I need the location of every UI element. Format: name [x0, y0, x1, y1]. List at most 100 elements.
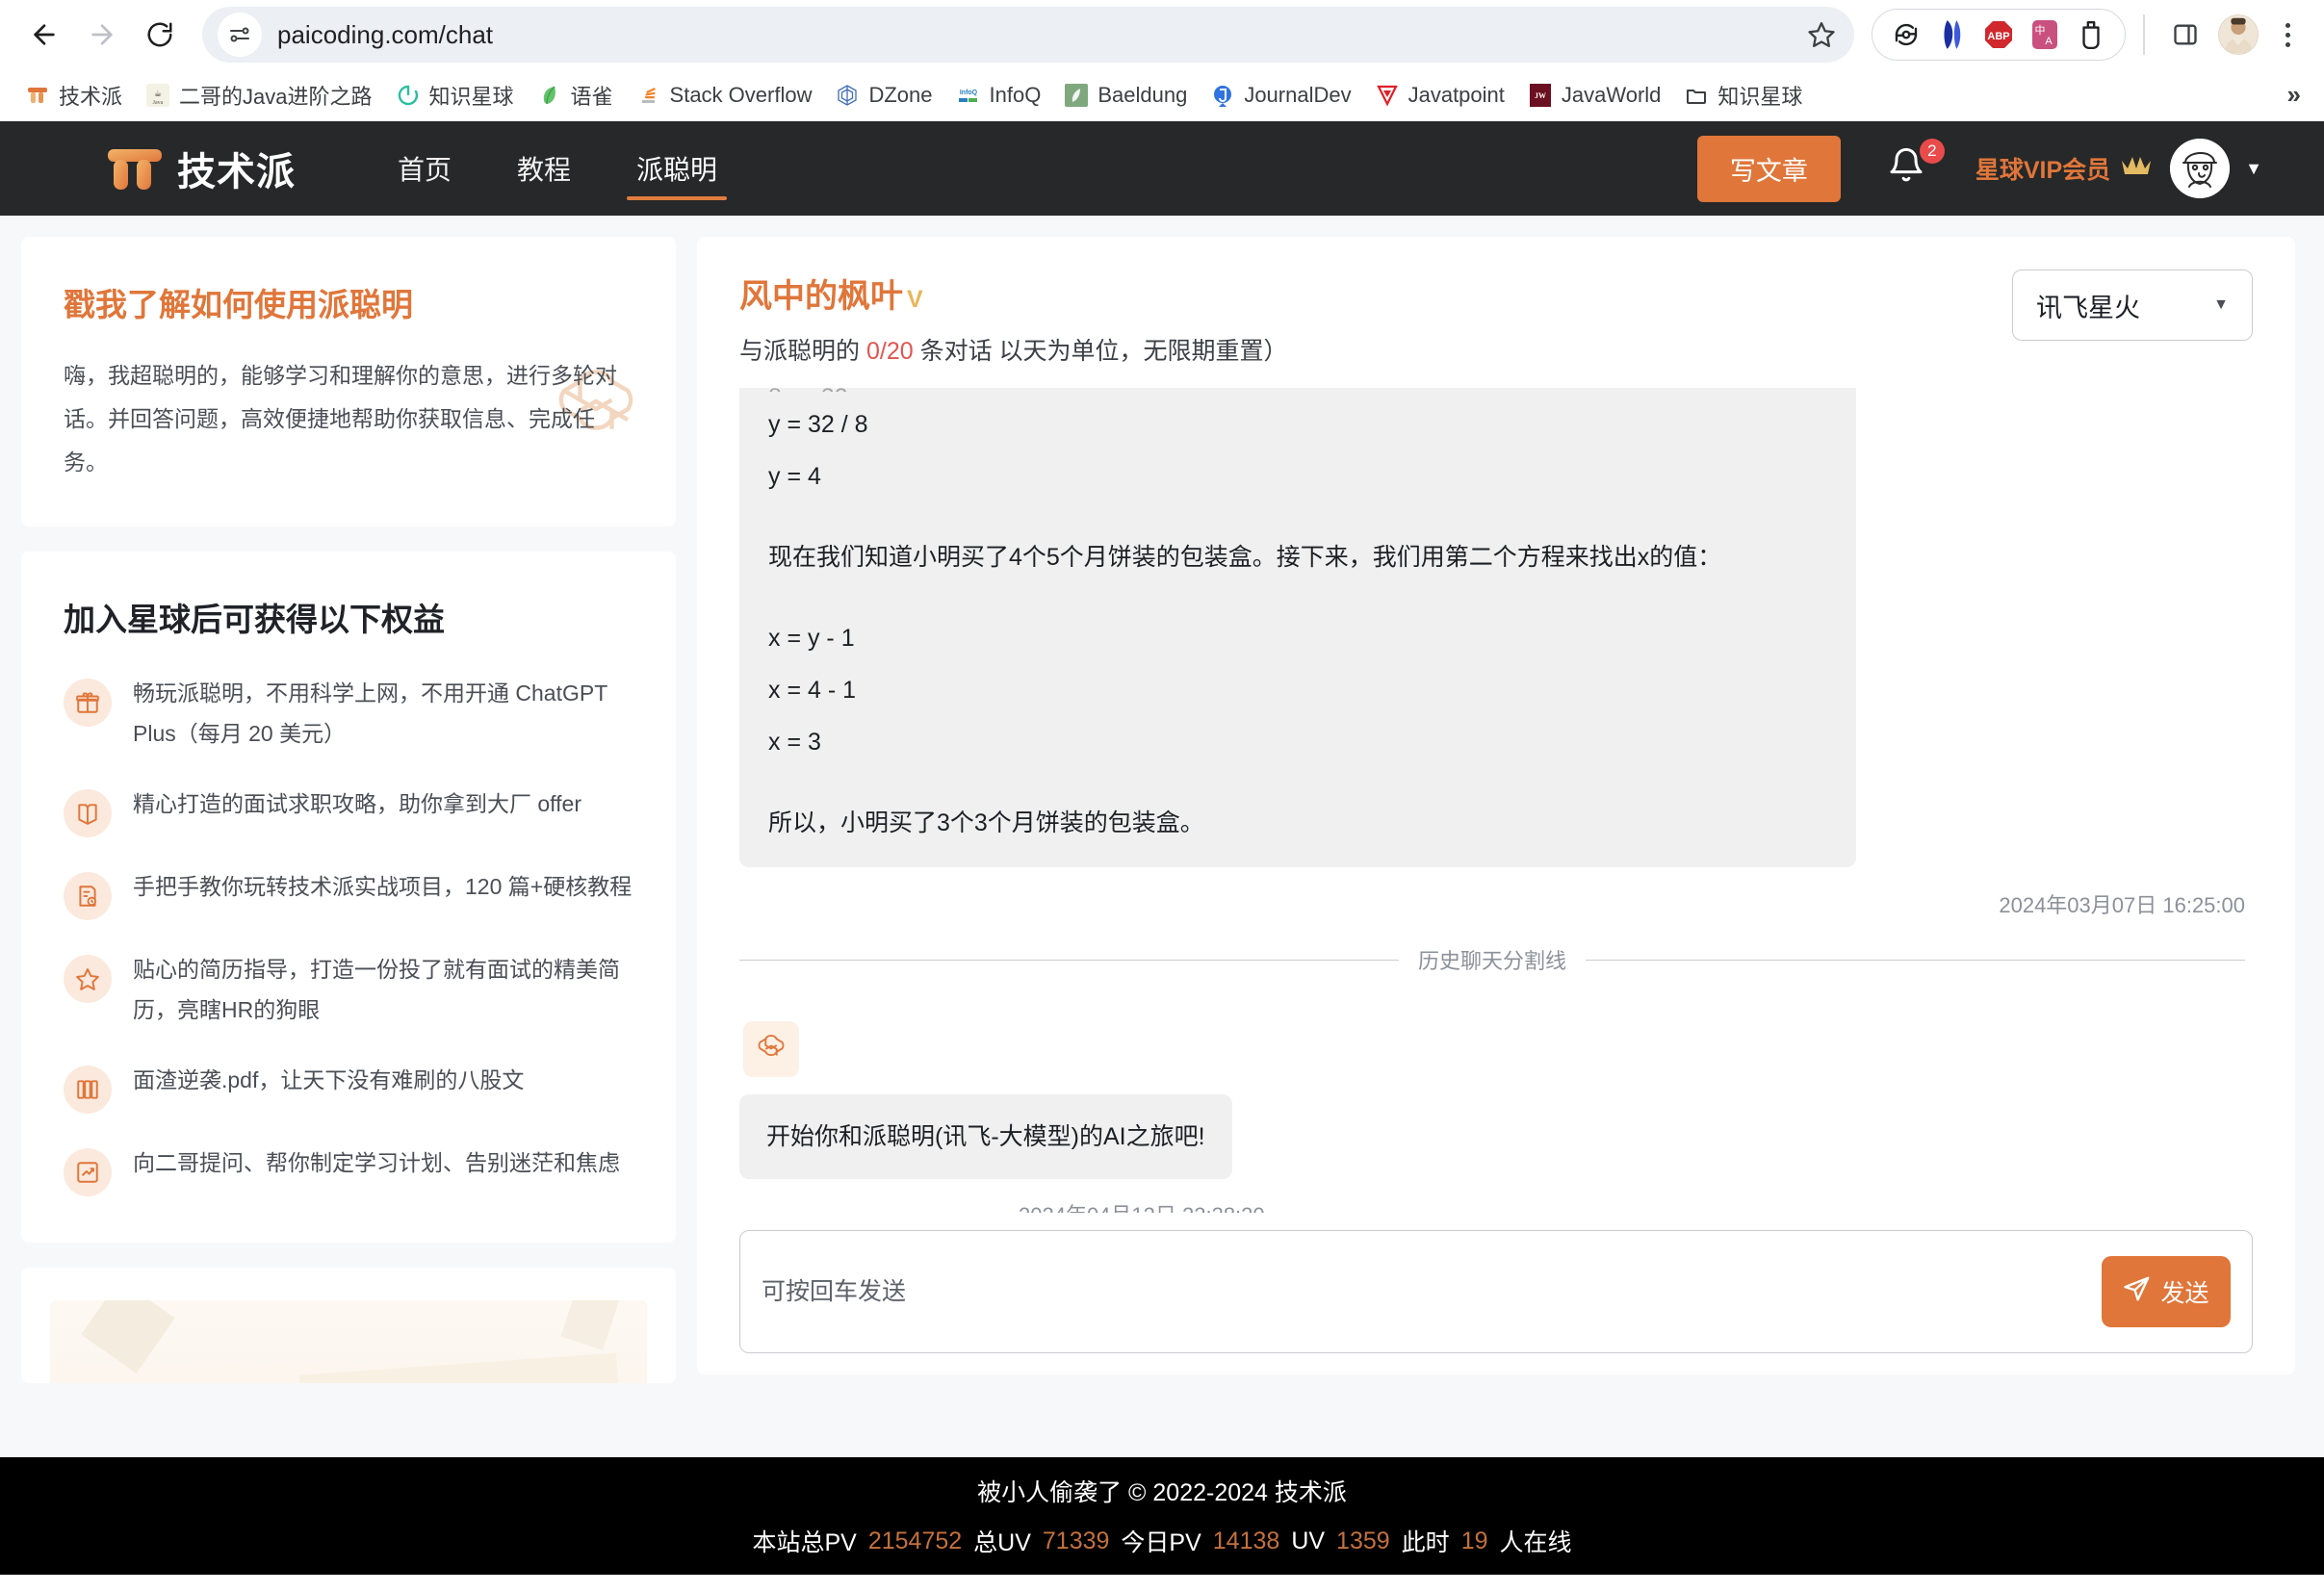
stat-label: 今日PV: [1121, 1524, 1201, 1558]
svg-text:中: 中: [2035, 24, 2046, 37]
yuque-favicon: [537, 83, 562, 108]
history-divider: 历史聊天分割线: [739, 944, 2245, 975]
chevron-down-icon[interactable]: ▼: [2245, 159, 2262, 179]
svg-text:Java: Java: [153, 100, 164, 106]
bookmark-item[interactable]: InfoQ InfoQ: [946, 78, 1051, 113]
chrome-menu-icon[interactable]: [2268, 23, 2307, 47]
benefit-item: 面渣逆袭.pdf，让天下没有难刷的八股文: [64, 1060, 633, 1114]
url-text: paicoding.com/chat: [277, 20, 1798, 50]
user-avatar[interactable]: [2170, 139, 2230, 198]
back-arrow-icon[interactable]: [17, 8, 71, 62]
reload-icon[interactable]: [133, 8, 187, 62]
nav-item-paicongming[interactable]: 派聪明: [604, 121, 750, 216]
svg-text:JW: JW: [1535, 91, 1546, 100]
side-panel-icon[interactable]: [2162, 12, 2208, 58]
bookmark-star-icon[interactable]: [1798, 12, 1845, 58]
vip-v-badge: V: [907, 286, 923, 313]
svg-text:A: A: [2045, 36, 2053, 47]
svg-text:ABP: ABP: [1987, 31, 2009, 42]
message-line: y = 4: [768, 457, 1827, 496]
divider-label: 历史聊天分割线: [1418, 944, 1566, 975]
bookmark-label: InfoQ: [990, 83, 1042, 108]
bookmark-label: JournalDev: [1244, 83, 1351, 108]
welcome-message-row: 开始你和派聪明(讯飞-大模型)的AI之旅吧!: [739, 1094, 2245, 1179]
profile-avatar[interactable]: [2218, 14, 2259, 55]
bookmark-item[interactable]: Baeldung: [1054, 78, 1197, 113]
bookmark-label: Baeldung: [1097, 83, 1187, 108]
chat-quota-line: 与派聪明的 0/20 条对话 以天为单位，无限期重置）: [739, 332, 1288, 367]
intro-card[interactable]: 戳我了解如何使用派聪明 嗨，我超聪明的，能够学习和理解你的意思，进行多轮对话。并…: [21, 237, 676, 526]
stat-label: UV: [1291, 1528, 1325, 1555]
message-input[interactable]: [762, 1231, 2102, 1352]
wave-extension-icon[interactable]: [1936, 18, 1969, 51]
browser-toolbar: paicoding.com/chat ABP 中A: [0, 0, 2324, 69]
page-settings-icon[interactable]: [218, 13, 262, 57]
chart-icon: [64, 1148, 112, 1196]
address-bar[interactable]: paicoding.com/chat: [202, 7, 1854, 63]
site-header: 技术派 首页 教程 派聪明 写文章 2 星球VIP会员: [0, 121, 2324, 216]
benefit-item: 手把手教你玩转技术派实战项目，120 篇+硬核教程: [64, 866, 633, 920]
nav-item-home[interactable]: 首页: [365, 121, 484, 216]
send-button[interactable]: 发送: [2102, 1256, 2231, 1327]
site-footer: 被小人偷袭了 © 2022-2024 技术派 本站总PV 2154752 总UV…: [0, 1457, 2324, 1575]
bookmark-item[interactable]: Stack Overflow: [627, 78, 822, 113]
chat-header: 风中的枫叶V 与派聪明的 0/20 条对话 以天为单位，无限期重置） 讯飞星火 …: [739, 270, 2253, 367]
notifications-button[interactable]: 2: [1887, 144, 1931, 193]
welcome-message-bubble: 开始你和派聪明(讯飞-大模型)的AI之旅吧!: [739, 1094, 1232, 1179]
bookmark-folder-item[interactable]: 知识星球: [1674, 75, 1812, 116]
bookmark-item[interactable]: JournalDev: [1201, 78, 1360, 113]
sync-icon[interactable]: [1890, 18, 1923, 51]
bookmark-item[interactable]: ☕Java 二哥的Java进阶之路: [136, 75, 381, 116]
message-composer[interactable]: 发送: [739, 1230, 2253, 1353]
benefit-text: 面渣逆袭.pdf，让天下没有难刷的八股文: [133, 1060, 524, 1101]
vip-label[interactable]: 星球VIP会员: [1975, 151, 2110, 186]
write-article-button[interactable]: 写文章: [1697, 136, 1841, 202]
quota-prefix: 与派聪明的: [739, 338, 860, 365]
benefit-item: 畅玩派聪明，不用科学上网，不用开通 ChatGPT Plus（每月 20 美元）: [64, 673, 633, 755]
message-line: x = 4 - 1: [768, 671, 1827, 709]
bookmark-label: JavaWorld: [1562, 83, 1662, 108]
benefit-text: 贴心的简历指导，打造一份投了就有面试的精美简历，亮瞎HR的狗眼: [133, 949, 633, 1031]
site-logo[interactable]: 技术派: [106, 141, 296, 196]
folder-icon: [1684, 83, 1709, 108]
bitwarden-icon[interactable]: [2075, 18, 2107, 51]
paicoding-favicon: [25, 83, 50, 108]
translate-extension-icon[interactable]: 中A: [2028, 18, 2061, 51]
stat-label: 总UV: [973, 1524, 1031, 1558]
message-line: x = y - 1: [768, 619, 1827, 657]
promo-banner-card[interactable]: [21, 1268, 676, 1383]
bookmark-label: 语雀: [571, 80, 613, 111]
svg-text:☕: ☕: [154, 90, 162, 99]
model-select[interactable]: 讯飞星火 ▼: [2012, 270, 2253, 341]
book-icon: [64, 789, 112, 837]
nav-item-tutorials[interactable]: 教程: [484, 121, 604, 216]
left-sidebar: 戳我了解如何使用派聪明 嗨，我超聪明的，能够学习和理解你的意思，进行多轮对话。并…: [0, 237, 693, 1457]
bookmark-item[interactable]: DZone: [825, 78, 942, 113]
benefit-item: 贴心的简历指导，打造一份投了就有面试的精美简历，亮瞎HR的狗眼: [64, 949, 633, 1031]
bookmark-label: Stack Overflow: [670, 83, 813, 108]
chat-messages-scroll[interactable]: 8y = 32 y = 32 / 8 y = 4 现在我们知道小明买了4个5个月…: [739, 388, 2253, 1213]
openai-logo-icon: [753, 1029, 789, 1070]
extensions-pill: ABP 中A: [1872, 9, 2126, 61]
star-icon: [64, 955, 112, 1003]
message-spacer: [768, 590, 1827, 619]
bookmark-label: 知识星球: [1717, 80, 1802, 111]
javaworld-favicon: JW: [1528, 83, 1553, 108]
books-icon: [64, 1066, 112, 1114]
send-button-label: 发送: [2160, 1274, 2208, 1309]
quota-value: 0/20: [866, 338, 914, 365]
bookmark-item[interactable]: 技术派: [15, 75, 132, 116]
quota-suffix: 条对话 以天为单位，无限期重置）: [920, 338, 1288, 365]
bookmark-item[interactable]: 语雀: [528, 75, 623, 116]
bookmarks-overflow-button[interactable]: »: [2287, 80, 2309, 110]
bookmark-item[interactable]: 知识星球: [386, 75, 524, 116]
forward-arrow-icon[interactable]: [75, 8, 129, 62]
bookmark-item[interactable]: Javatpoint: [1365, 78, 1514, 113]
adblock-plus-icon[interactable]: ABP: [1982, 18, 2015, 51]
benefit-text: 畅玩派聪明，不用科学上网，不用开通 ChatGPT Plus（每月 20 美元）: [133, 673, 633, 755]
assistant-avatar: [743, 1021, 799, 1077]
stackoverflow-favicon: [636, 83, 661, 108]
bookmark-item[interactable]: JW JavaWorld: [1518, 78, 1671, 113]
bell-icon: [1887, 174, 1925, 191]
chat-user-name: 风中的枫叶: [739, 278, 903, 315]
